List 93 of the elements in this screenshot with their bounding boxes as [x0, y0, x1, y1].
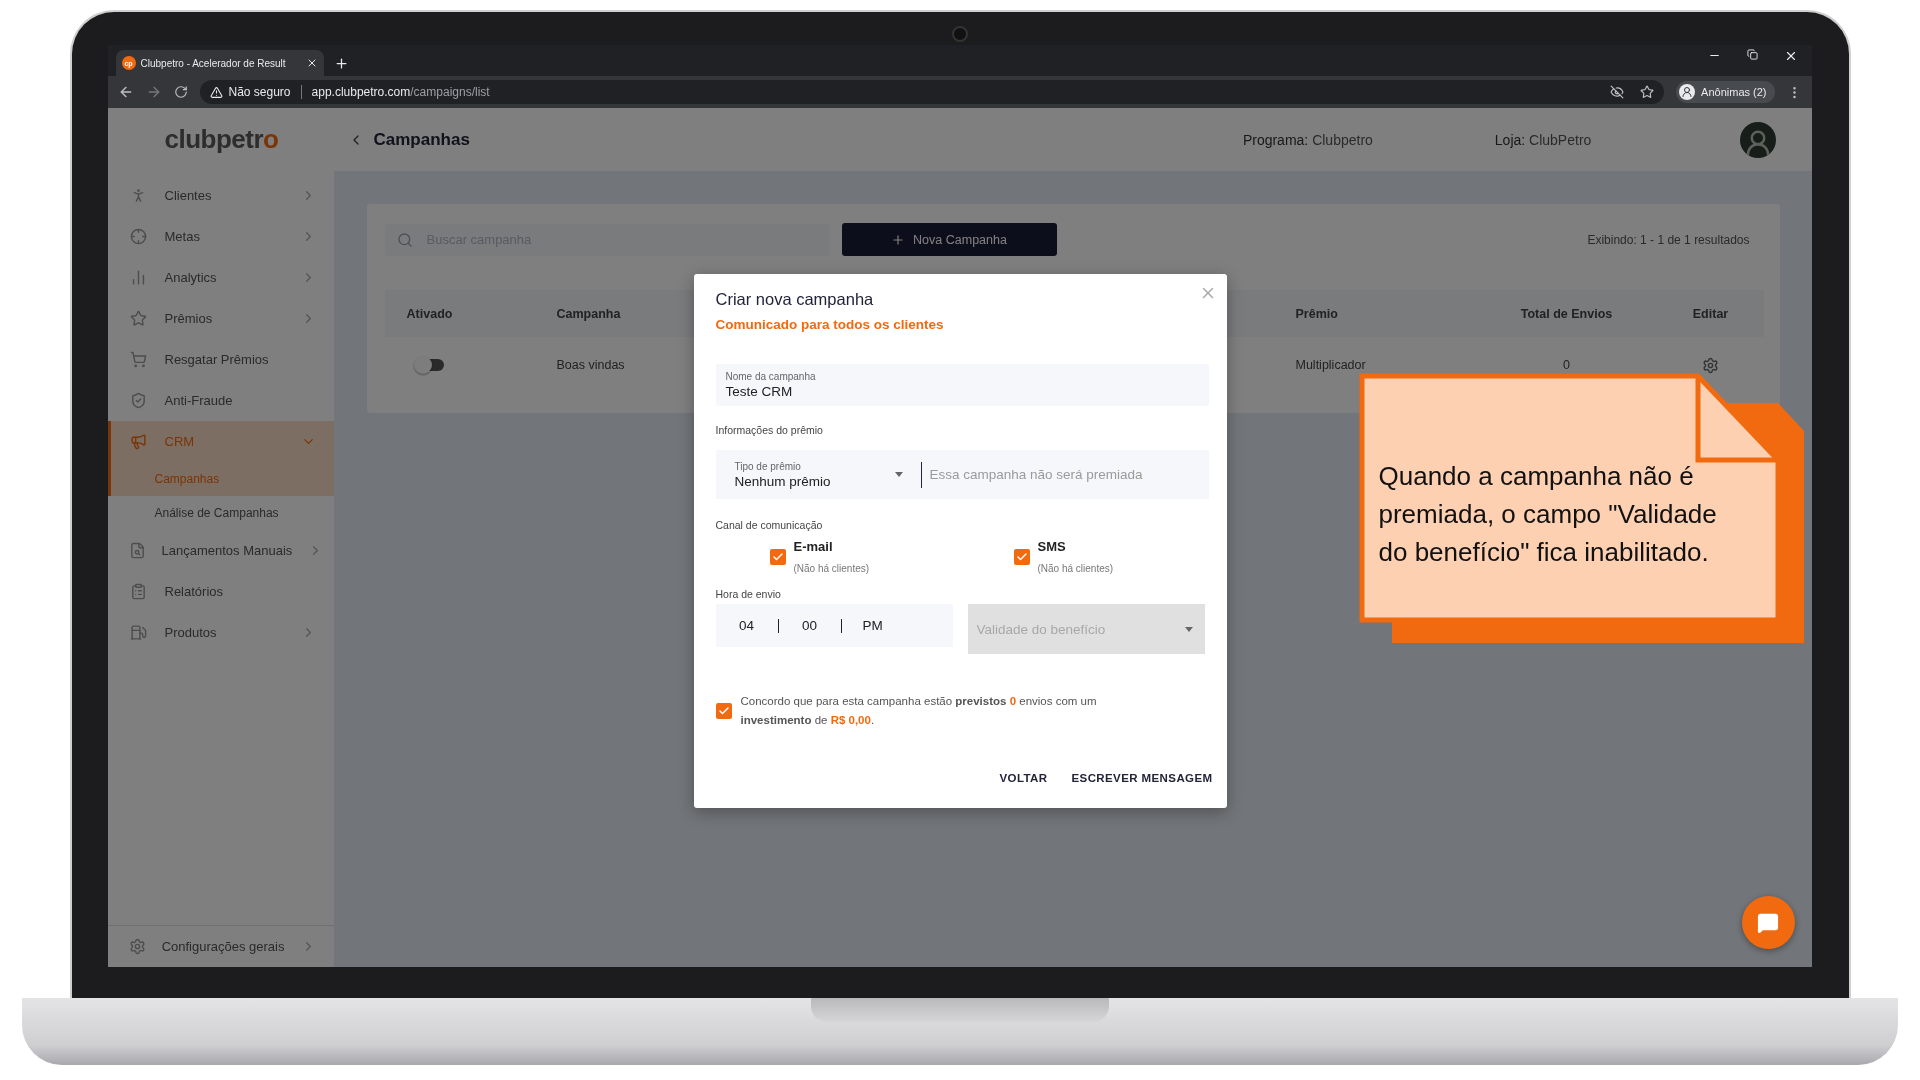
menu-item-icon: [130, 351, 147, 368]
field-value: Teste CRM: [725, 384, 794, 399]
table-cell: 0: [1563, 358, 1570, 372]
camera-icon: [952, 26, 968, 42]
agreement-text: Concordo que para esta campanha estão previstos 0 envios com um investimento de R$ 0,00.: [740, 694, 1098, 728]
name-field[interactable]: Nome da campanha Teste CRM: [715, 364, 1209, 406]
checkbox[interactable]: [769, 548, 786, 565]
table-cell: Multiplicador: [1295, 358, 1366, 372]
channel-note: (Não há clientes): [1037, 563, 1114, 574]
gear-icon[interactable]: [1702, 356, 1719, 374]
sidebar-item[interactable]: Metas: [107, 216, 334, 257]
section-label: Informações do prêmio: [715, 424, 824, 436]
dialog-button[interactable]: VOLTAR: [991, 766, 1056, 790]
checkbox[interactable]: [1013, 548, 1030, 565]
dialog-button[interactable]: ESCREVER MENSAGEM: [1063, 766, 1221, 790]
sidebar-label: Clientes: [164, 188, 213, 203]
dialog-subtitle: Comunicado para todos os clientes: [715, 317, 945, 332]
time-field[interactable]: 04 00 PM: [715, 604, 953, 647]
table-cell: Boas vindas: [556, 358, 625, 372]
menu-item-icon: [130, 228, 147, 245]
dialog-title: Criar nova campanha: [715, 290, 875, 309]
restore-icon[interactable]: [1746, 49, 1758, 60]
sidebar-item[interactable]: Produtos: [107, 612, 334, 653]
reload-icon[interactable]: [173, 85, 188, 99]
column-header: Prêmio: [1295, 306, 1338, 321]
section-label: Hora de envio: [715, 588, 782, 600]
sidebar-subitem[interactable]: Análise de Campanhas: [107, 496, 334, 530]
sidebar-item[interactable]: Prêmios: [107, 298, 334, 339]
sidebar-item[interactable]: Analytics: [107, 257, 334, 298]
plus-icon: [891, 232, 906, 247]
channel-label: E-mail: [793, 539, 834, 554]
column-header: Campanha: [556, 306, 621, 321]
sidebar-label: Metas: [164, 229, 201, 244]
menu-item-icon: [130, 310, 147, 327]
sidebar-item[interactable]: Relatórios: [107, 571, 334, 612]
prize-note-field[interactable]: Essa campanha não será premiada: [927, 466, 1209, 483]
menu-item-icon: [130, 392, 147, 409]
logo: clubpetro: [164, 124, 279, 155]
field-label: Nome da campanha: [725, 371, 817, 382]
security-label: Não seguro: [228, 85, 291, 99]
menu-item-icon: [130, 624, 147, 641]
sidebar-item[interactable]: Configurações gerais: [107, 926, 334, 967]
results-count: Exibindo: 1 - 1 de 1 resultados: [1587, 232, 1750, 247]
column-header: Editar: [1692, 306, 1729, 321]
check-icon: [1015, 550, 1028, 563]
sidebar-label: Anti-Fraude: [164, 393, 234, 408]
new-campaign-button[interactable]: Nova Campanha: [841, 223, 1057, 256]
sidebar-label: Produtos: [164, 625, 218, 640]
column-header: Ativado: [406, 306, 453, 321]
sidebar-label: Lançamentos Manuais: [161, 543, 293, 558]
sidebar-label: Analytics: [164, 270, 218, 285]
menu-item-icon: [130, 269, 147, 286]
incognito-icon: [1681, 86, 1694, 98]
sidebar-label: Resgatar Prêmios: [164, 352, 270, 367]
sidebar-subitem[interactable]: Campanhas: [107, 462, 334, 496]
sidebar-item[interactable]: Resgatar Prêmios: [107, 339, 334, 380]
store-info: Loja: ClubPetro: [1494, 131, 1592, 148]
sidebar-item[interactable]: Anti-Fraude: [107, 380, 334, 421]
caret-icon: [894, 472, 903, 477]
sidebar-label: Configurações gerais: [161, 939, 285, 954]
sidebar-item[interactable]: Clientes: [107, 175, 334, 216]
checkbox[interactable]: [715, 703, 732, 719]
caret-icon: [1184, 627, 1193, 632]
chat-icon: [1757, 911, 1779, 934]
sidebar-label: Relatórios: [164, 584, 225, 599]
address-field[interactable]: Não seguro app.clubpetro.com/campaigns/list: [199, 80, 1665, 104]
avatar[interactable]: [1739, 121, 1776, 158]
column-header: Total de Envios: [1520, 306, 1613, 321]
url-text: app.clubpetro.com/campaigns/list: [311, 85, 490, 99]
new-tab-icon[interactable]: [333, 56, 349, 71]
menu-item-icon: [128, 542, 146, 559]
sidebar-item[interactable]: Lançamentos Manuais: [107, 530, 334, 571]
menu-item-icon: [130, 433, 147, 450]
page-title: Campanhas: [373, 129, 470, 150]
prize-type-select[interactable]: Tipo de prêmio Nenhum prêmio: [715, 450, 911, 499]
channel-note: (Não há clientes): [793, 563, 870, 574]
eye-off-icon[interactable]: [1610, 85, 1625, 99]
gear-icon: [128, 938, 146, 955]
warning-icon: [209, 85, 223, 99]
profile-button[interactable]: Anônimas (2): [1676, 81, 1775, 103]
sidebar-label: CRM: [164, 434, 196, 449]
star-icon[interactable]: [1640, 85, 1655, 99]
search-icon: [396, 231, 413, 248]
chat-button[interactable]: [1741, 896, 1795, 949]
channel-label: SMS: [1037, 539, 1067, 554]
sidebar-item[interactable]: CRM: [107, 421, 334, 462]
callout-text: Quando a campanha não é premiada, o campo "Validade do benefício" fica inabilitado.: [1378, 460, 1718, 569]
check-icon: [717, 705, 730, 717]
sidebar-label: Prêmios: [164, 311, 214, 326]
program-info: Programa: Clubpetro: [1242, 131, 1373, 148]
menu-item-icon: [130, 583, 147, 600]
section-label: Canal de comunicação: [715, 519, 824, 531]
check-icon: [771, 550, 784, 563]
